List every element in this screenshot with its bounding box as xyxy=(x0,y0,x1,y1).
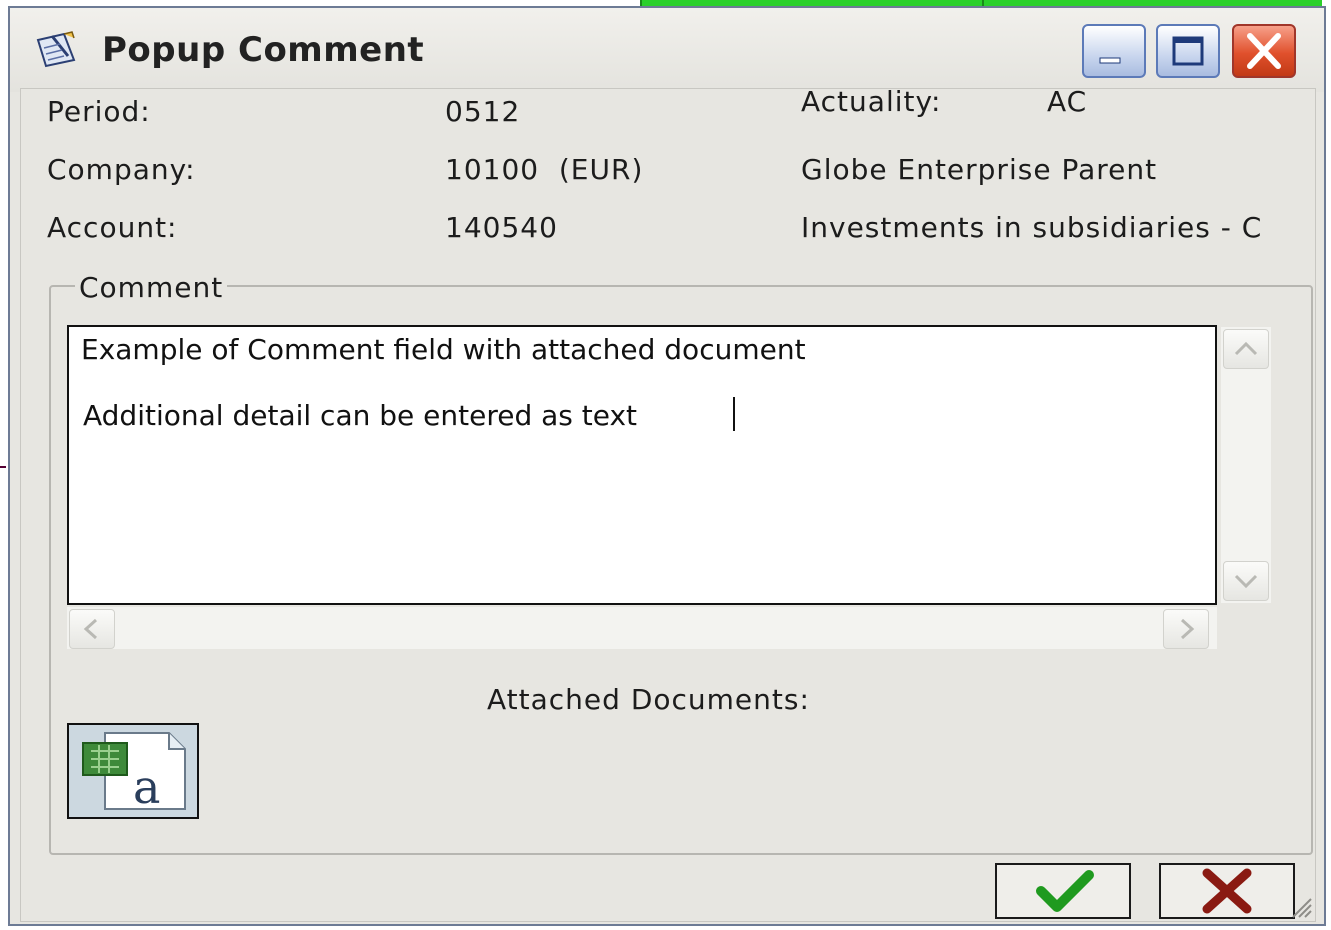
red-x-icon xyxy=(1202,868,1252,914)
cancel-button[interactable] xyxy=(1159,863,1295,919)
chevron-down-icon xyxy=(1234,574,1258,589)
title-bar[interactable]: Popup Comment xyxy=(10,8,1324,92)
period-value: 0512 xyxy=(445,95,521,128)
attached-documents-label: Attached Documents: xyxy=(487,683,810,716)
chevron-up-icon xyxy=(1234,341,1258,356)
svg-text:a: a xyxy=(133,760,160,814)
text-caret xyxy=(733,397,735,431)
scroll-right-button[interactable] xyxy=(1163,609,1209,649)
comment-legend: Comment xyxy=(75,271,228,304)
company-label: Company: xyxy=(47,153,196,186)
account-value: 140540 xyxy=(445,211,558,244)
background-fragment xyxy=(0,466,6,486)
minimize-icon xyxy=(1099,57,1121,64)
account-name: Investments in subsidiaries - C xyxy=(801,211,1263,244)
minimize-button[interactable] xyxy=(1082,24,1146,78)
account-label: Account: xyxy=(47,211,178,244)
close-icon xyxy=(1247,33,1281,69)
scroll-down-button[interactable] xyxy=(1223,561,1269,601)
comment-line-2: Additional detail can be entered as text xyxy=(83,399,638,432)
company-name: Globe Enterprise Parent xyxy=(801,153,1158,186)
close-button[interactable] xyxy=(1232,24,1296,78)
maximize-icon xyxy=(1172,36,1204,66)
horizontal-scrollbar[interactable] xyxy=(67,607,1217,649)
window-title: Popup Comment xyxy=(102,30,425,70)
comment-app-icon xyxy=(36,31,76,68)
maximize-button[interactable] xyxy=(1156,24,1220,78)
vertical-scrollbar[interactable] xyxy=(1221,327,1271,603)
dialog-body: Period: 0512 Actuality: AC Company: 1010… xyxy=(20,88,1316,922)
scroll-left-button[interactable] xyxy=(69,609,115,649)
popup-comment-window: Popup Comment Period: 0512 Actuality: AC… xyxy=(8,6,1326,926)
checkmark-icon xyxy=(1036,870,1094,912)
actuality-value: AC xyxy=(1047,88,1088,118)
excel-document-icon: a xyxy=(82,732,186,814)
attached-document-tile[interactable]: a xyxy=(67,723,199,819)
comment-line-1: Example of Comment field with attached d… xyxy=(81,333,806,366)
period-label: Period: xyxy=(47,95,151,128)
comment-textarea[interactable]: Example of Comment field with attached d… xyxy=(67,325,1217,605)
actuality-label: Actuality: xyxy=(801,88,942,118)
chevron-left-icon xyxy=(83,618,98,640)
resize-grip-icon[interactable] xyxy=(1287,893,1313,919)
scroll-up-button[interactable] xyxy=(1223,329,1269,369)
company-value: 10100 (EUR) xyxy=(445,153,644,186)
chevron-right-icon xyxy=(1180,618,1195,640)
ok-button[interactable] xyxy=(995,863,1131,919)
